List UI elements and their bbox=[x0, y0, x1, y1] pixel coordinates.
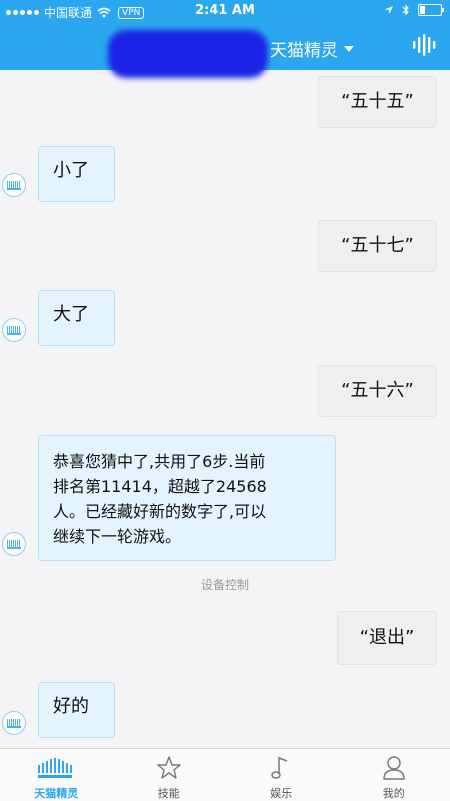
message-text: 好的 bbox=[53, 696, 89, 717]
status-time: 2:41 AM bbox=[0, 3, 450, 18]
genie-icon bbox=[36, 755, 76, 781]
tab-label: 娱乐 bbox=[225, 785, 338, 801]
message-text: “退出” bbox=[360, 627, 415, 648]
bot-message: 大了 bbox=[38, 290, 115, 346]
tab-genie[interactable]: 天猫精灵 bbox=[0, 749, 113, 801]
star-icon bbox=[156, 755, 182, 781]
user-message: “五十五” bbox=[318, 76, 437, 128]
page-title: 天猫精灵 bbox=[270, 36, 338, 61]
tab-bar: 天猫精灵 技能 娱乐 我的 bbox=[0, 748, 450, 801]
caret-down-icon bbox=[344, 46, 354, 52]
bluetooth-icon bbox=[402, 4, 410, 16]
message-text: 大了 bbox=[53, 304, 89, 325]
music-note-icon bbox=[270, 755, 292, 781]
system-note: 设备控制 bbox=[0, 576, 450, 593]
message-line: 排名第11414，超越了24568 bbox=[53, 474, 321, 499]
person-icon bbox=[382, 755, 406, 781]
user-message: “退出” bbox=[337, 611, 437, 665]
bot-avatar-icon bbox=[2, 318, 26, 342]
bot-message: 恭喜您猜中了,共用了6步.当前 排名第11414，超越了24568 人。已经藏好… bbox=[38, 435, 336, 561]
tab-skills[interactable]: 技能 bbox=[113, 749, 226, 801]
voice-wave-icon[interactable] bbox=[412, 34, 436, 56]
tab-label: 技能 bbox=[113, 785, 226, 801]
message-line: 人。已经藏好新的数字了,可以 bbox=[53, 499, 321, 524]
message-text: “五十五” bbox=[341, 91, 414, 112]
bot-avatar-icon bbox=[2, 173, 26, 197]
message-line: 恭喜您猜中了,共用了6步.当前 bbox=[53, 449, 321, 474]
user-message: “五十六” bbox=[318, 365, 437, 417]
bot-message: 小了 bbox=[38, 146, 115, 202]
message-text: 小了 bbox=[53, 160, 89, 181]
tab-label: 我的 bbox=[338, 785, 450, 801]
message-text: “五十六” bbox=[341, 380, 414, 401]
tab-entertainment[interactable]: 娱乐 bbox=[225, 749, 338, 801]
bot-message: 好的 bbox=[38, 682, 115, 738]
tab-label: 天猫精灵 bbox=[0, 785, 113, 801]
app-header: 中国联通 VPN 2:41 AM 天猫精灵 bbox=[0, 0, 450, 70]
message-text: “五十七” bbox=[341, 235, 414, 256]
user-message: “五十七” bbox=[318, 220, 437, 272]
bot-avatar-icon bbox=[2, 532, 26, 556]
location-arrow-icon bbox=[384, 5, 394, 15]
battery-icon bbox=[418, 4, 442, 16]
device-selector[interactable]: 天猫精灵 bbox=[270, 36, 354, 61]
obscured-title-area bbox=[108, 30, 268, 78]
bot-avatar-icon bbox=[2, 711, 26, 735]
status-right bbox=[384, 4, 442, 16]
status-bar: 中国联通 VPN 2:41 AM bbox=[0, 0, 450, 22]
tab-mine[interactable]: 我的 bbox=[338, 749, 450, 801]
message-line: 继续下一轮游戏。 bbox=[53, 524, 321, 549]
